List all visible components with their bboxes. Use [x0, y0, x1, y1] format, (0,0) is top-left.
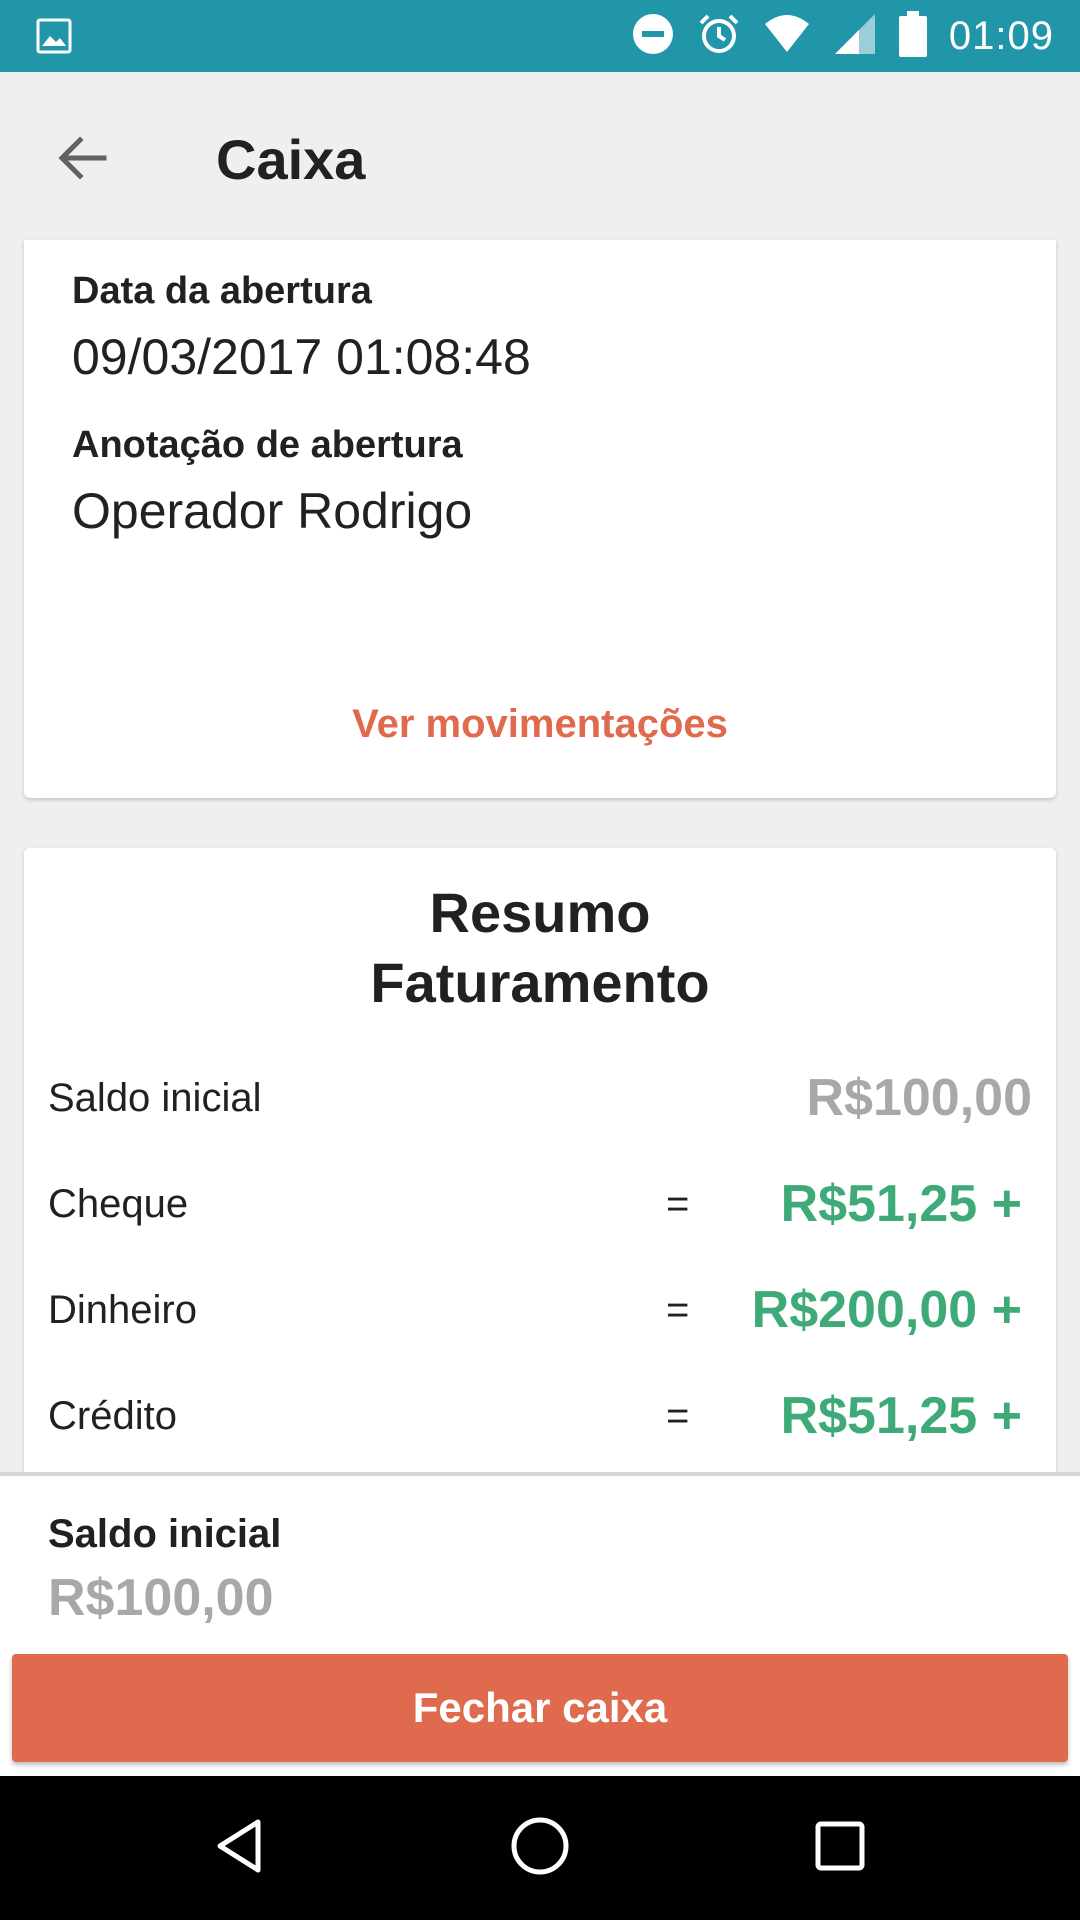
page-title: Caixa: [216, 128, 366, 191]
summary-row-value: R$51,25 +: [780, 1387, 1022, 1445]
circle-home-icon: [508, 1814, 572, 1883]
signal-icon: [833, 12, 877, 61]
opening-date-value: 09/03/2017 01:08:48: [72, 329, 531, 385]
nav-home-button[interactable]: [504, 1812, 576, 1884]
initial-balance-label: Saldo inicial: [48, 1512, 282, 1556]
bottom-summary-panel: Saldo inicial R$100,00 Fechar caixa: [0, 1472, 1080, 1776]
app-bar: Caixa: [0, 72, 1080, 240]
summary-row-equals: =: [666, 1288, 690, 1332]
status-time: 01:09: [948, 13, 1054, 58]
summary-row-label: Cheque: [48, 1182, 189, 1226]
summary-row-label: Saldo inicial: [48, 1076, 262, 1120]
status-bar: 01:09: [0, 0, 1080, 72]
summary-row-value: R$200,00 +: [751, 1281, 1022, 1339]
opening-note-value: Operador Rodrigo: [72, 483, 473, 539]
do-not-disturb-icon: [631, 12, 675, 61]
battery-icon: [898, 10, 927, 62]
summary-row-label: Crédito: [48, 1394, 177, 1438]
summary-row-initial-balance: Saldo inicial R$100,00: [48, 1062, 1032, 1142]
arrow-back-icon: [56, 132, 108, 189]
summary-title-line2: Faturamento: [370, 951, 710, 1014]
summary-row-credit: Crédito = R$51,25 +: [48, 1380, 1032, 1460]
summary-title-line1: Resumo: [429, 881, 651, 944]
summary-row-cash: Dinheiro = R$200,00 +: [48, 1274, 1032, 1354]
summary-row-equals: =: [666, 1394, 690, 1438]
nav-recents-button[interactable]: [804, 1812, 876, 1884]
close-register-label: Fechar caixa: [412, 1684, 668, 1731]
opening-info-card: Data da abertura 09/03/2017 01:08:48 Ano…: [24, 240, 1056, 798]
summary-row-label: Dinheiro: [48, 1288, 197, 1332]
summary-title: Resumo Faturamento: [24, 878, 1056, 1018]
image-icon: [36, 18, 72, 59]
square-recents-icon: [812, 1818, 868, 1879]
system-nav-bar: [0, 1776, 1080, 1920]
back-button[interactable]: [46, 124, 118, 196]
summary-row-cheque: Cheque = R$51,25 +: [48, 1168, 1032, 1248]
summary-row-value: R$100,00: [806, 1069, 1032, 1127]
view-movements-link[interactable]: Ver movimentações: [24, 702, 1056, 747]
nav-back-button[interactable]: [204, 1812, 276, 1884]
opening-date-label: Data da abertura: [72, 270, 372, 312]
alarm-icon: [697, 12, 741, 61]
close-register-button[interactable]: Fechar caixa: [12, 1654, 1068, 1762]
opening-note-label: Anotação de abertura: [72, 424, 463, 466]
triangle-back-icon: [210, 1816, 270, 1881]
summary-row-equals: =: [666, 1182, 690, 1226]
wifi-icon: [763, 12, 811, 61]
billing-summary-card: Resumo Faturamento Saldo inicial R$100,0…: [24, 848, 1056, 1548]
summary-row-value: R$51,25 +: [780, 1175, 1022, 1233]
initial-balance-value: R$100,00: [48, 1569, 274, 1627]
